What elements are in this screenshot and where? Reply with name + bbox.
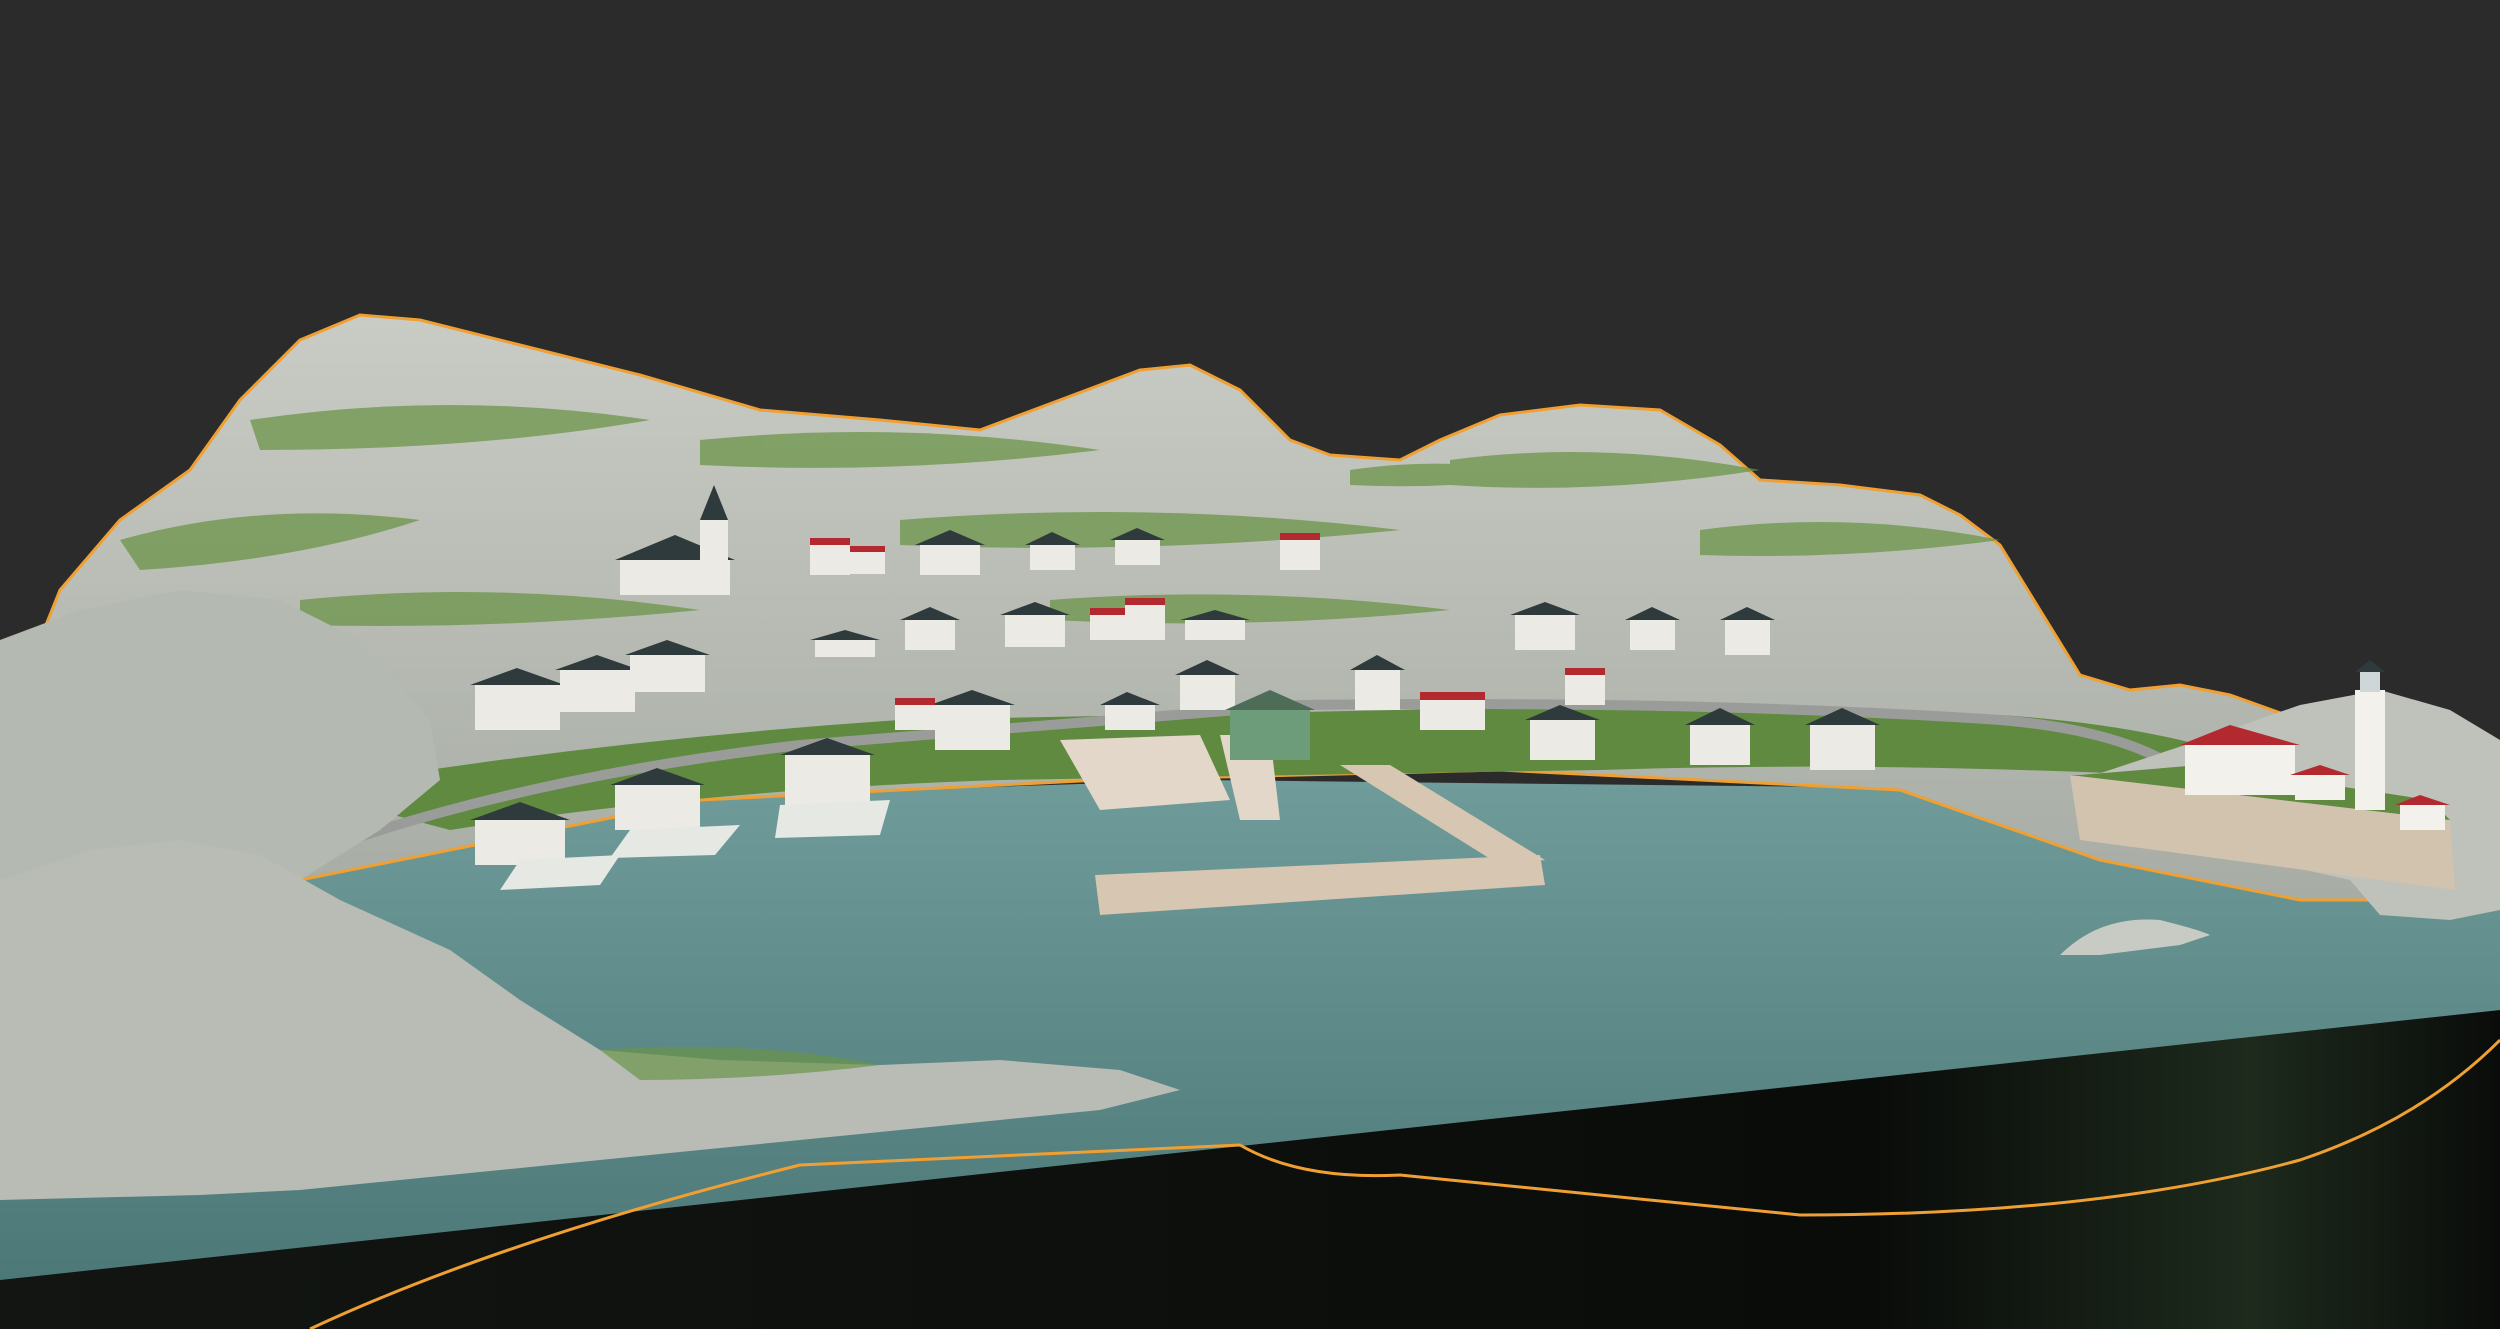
- lighthouse-icon: [2360, 672, 2380, 692]
- 3d-viewport[interactable]: [0, 0, 2500, 1329]
- scene-render[interactable]: [0, 0, 2500, 1329]
